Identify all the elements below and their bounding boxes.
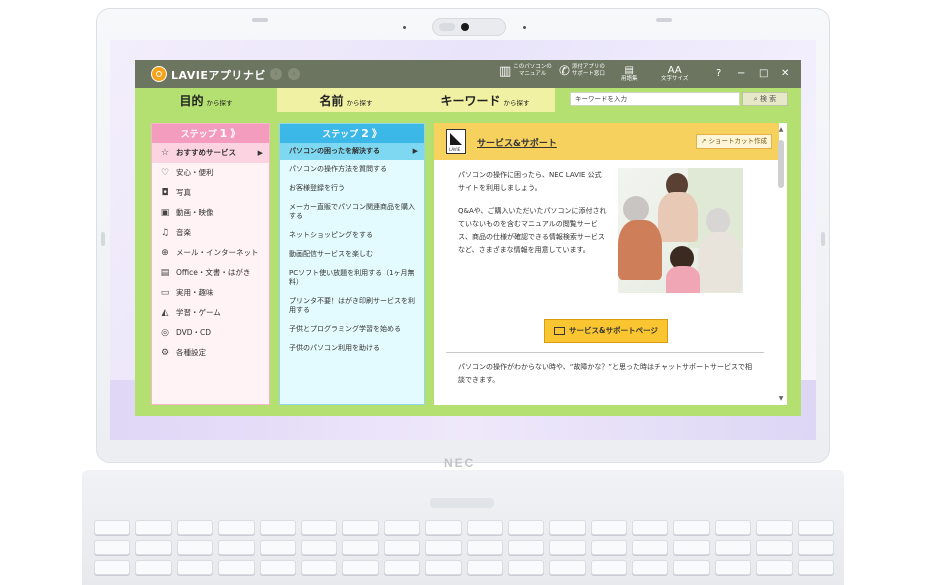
manual-button[interactable]: ▥ このパソコンの マニュアル xyxy=(499,64,552,86)
detail-description: Q&Aや、ご購入いただいたパソコンに添付されていないものを含むマニュアルの閲覧サ… xyxy=(458,207,607,254)
detail-title[interactable]: サービス&サポート xyxy=(477,136,557,149)
side-button-right xyxy=(821,232,825,246)
title-bar: LAVIEアプリナビ ‹ › ▥ このパソコンの マニュアル ✆ 添付アプリの サポート… xyxy=(135,60,801,88)
maximize-button[interactable]: □ xyxy=(759,68,768,80)
chevron-right-icon: ▶ xyxy=(257,149,263,157)
scroll-thumb[interactable] xyxy=(778,140,784,188)
step1-panel: ステップ 1 》 ☆ おすすめサービス ▶ ♡ 安心・便利 ◘ 写真 ▣ 動画・映像 ♫ 音楽 … xyxy=(151,123,270,405)
service-item-troubleshoot[interactable]: パソコンの困ったを解決する ▶ xyxy=(280,143,424,160)
font-size-icon: AA xyxy=(667,65,682,76)
service-item-direct-shop[interactable]: メーカー直販でパソコン関連商品を購入する xyxy=(280,198,424,226)
divider xyxy=(446,352,764,353)
glossary-button[interactable]: ▤ 用語集 xyxy=(621,65,638,87)
music-icon: ♫ xyxy=(160,228,170,238)
detail-panel: LAVIE サービス&サポート ↗ ショートカット作成 パソコンの操作に困ったら… xyxy=(434,123,787,405)
keyword-search-input[interactable]: キーワードを入力 xyxy=(570,92,740,106)
service-item-programming[interactable]: 子供とプログラミング学習を始める xyxy=(280,320,424,339)
detail-intro: パソコンの操作に困ったら、NEC LAVIE 公式サイトを利用しましょう。 xyxy=(458,171,602,192)
brand-logo: NEC xyxy=(444,456,476,470)
service-item-ask[interactable]: パソコンの操作方法を質問する xyxy=(280,160,424,179)
create-shortcut-button[interactable]: ↗ ショートカット作成 xyxy=(696,134,772,149)
category-hobby[interactable]: ▭ 実用・趣味 xyxy=(152,283,269,303)
scrollbar[interactable]: ▲ ▼ xyxy=(777,126,785,402)
forward-arrow-icon[interactable]: › xyxy=(288,68,300,80)
category-music[interactable]: ♫ 音楽 xyxy=(152,223,269,243)
heart-icon: ♡ xyxy=(160,168,170,178)
service-item-net-shopping[interactable]: ネットショッピングをする xyxy=(280,226,424,245)
service-support-page-button[interactable]: サービス&サポートページ xyxy=(544,319,668,343)
category-video[interactable]: ▣ 動画・映像 xyxy=(152,203,269,223)
detail-chat-support: パソコンの操作がわからない時や、“故障かな？”と思った時はチャットサポートサービ… xyxy=(458,363,752,384)
category-safety[interactable]: ♡ 安心・便利 xyxy=(152,163,269,183)
back-arrow-icon[interactable]: ‹ xyxy=(270,68,282,80)
camera-lens xyxy=(461,23,469,31)
app-window: LAVIEアプリナビ ‹ › ▥ このパソコンの マニュアル ✆ 添付アプリの サポート… xyxy=(135,60,801,416)
app-title: LAVIEアプリナビ xyxy=(171,69,266,82)
mic-right xyxy=(523,26,526,29)
category-office[interactable]: ▤ Office・文書・はがき xyxy=(152,263,269,283)
lid-bumper-right xyxy=(656,18,672,22)
phone-icon: ✆ xyxy=(559,63,570,79)
category-internet[interactable]: ⊕ メール・インターネット xyxy=(152,243,269,263)
manual-book-icon: ▥ xyxy=(499,63,512,79)
detail-header: LAVIE サービス&サポート ↗ ショートカット作成 xyxy=(434,123,779,160)
scroll-down-icon[interactable]: ▼ xyxy=(777,395,785,402)
scroll-up-icon[interactable]: ▲ xyxy=(777,126,785,133)
tab-keyword[interactable]: キーワード から探す xyxy=(415,88,555,112)
lavie-icon: LAVIE xyxy=(446,129,466,154)
category-dvd[interactable]: ◎ DVD・CD xyxy=(152,323,269,343)
step2-panel: ステップ 2 》 パソコンの困ったを解決する ▶ パソコンの操作方法を質問する お客様… xyxy=(279,123,425,405)
glossary-icon: ▤ xyxy=(624,65,634,76)
tab-name[interactable]: 名前 から探す xyxy=(277,88,415,112)
toolbox-icon: ▭ xyxy=(160,288,170,298)
category-recommended[interactable]: ☆ おすすめサービス ▶ xyxy=(152,143,269,163)
service-item-streaming[interactable]: 動画配信サービスを楽しむ xyxy=(280,245,424,264)
search-button[interactable]: ⌕ 検 索 xyxy=(742,92,788,106)
lid-notch xyxy=(430,498,494,508)
learning-icon: ◭ xyxy=(161,308,169,318)
service-item-register[interactable]: お客様登録を行う xyxy=(280,179,424,198)
family-photo xyxy=(618,168,743,293)
gear-icon: ⚙ xyxy=(160,348,170,358)
category-learning[interactable]: ◭ 学習・ゲーム xyxy=(152,303,269,323)
camera-shutter xyxy=(439,23,455,31)
app-logo-icon xyxy=(151,66,167,82)
service-item-software[interactable]: PCソフト使い放題を利用する（1ヶ月無料） xyxy=(280,264,424,292)
step1-header: ステップ 1 》 xyxy=(152,124,269,143)
chevron-right-icon: ▶ xyxy=(412,147,418,155)
support-contact-button[interactable]: ✆ 添付アプリの サポート窓口 xyxy=(559,64,605,86)
camera-icon: ◘ xyxy=(161,188,169,198)
service-item-postcard[interactable]: プリンタ不要！はがき印刷サービスを利用する xyxy=(280,292,424,320)
step2-header: ステップ 2 》 xyxy=(280,124,424,143)
monitor-icon xyxy=(554,327,566,335)
mic-left xyxy=(403,26,406,29)
service-item-child-pc[interactable]: 子供のパソコン利用を助ける xyxy=(280,339,424,358)
category-settings[interactable]: ⚙ 各種設定 xyxy=(152,343,269,363)
document-icon: ▤ xyxy=(160,268,170,278)
help-button[interactable]: ? xyxy=(716,68,721,80)
video-icon: ▣ xyxy=(160,208,170,218)
webcam xyxy=(432,18,506,36)
star-icon: ☆ xyxy=(160,148,170,158)
side-button-left xyxy=(101,232,105,246)
keyboard xyxy=(94,520,835,580)
lid-bumper-left xyxy=(252,18,268,22)
globe-icon: ⊕ xyxy=(161,248,169,258)
disc-icon: ◎ xyxy=(161,328,169,338)
shortcut-icon: ↗ xyxy=(700,137,709,145)
category-photo[interactable]: ◘ 写真 xyxy=(152,183,269,203)
font-size-button[interactable]: AA 文字サイズ xyxy=(661,65,688,87)
minimize-button[interactable]: − xyxy=(737,68,745,80)
close-button[interactable]: ✕ xyxy=(781,68,789,80)
tab-purpose[interactable]: 目的 から探す xyxy=(135,88,277,112)
